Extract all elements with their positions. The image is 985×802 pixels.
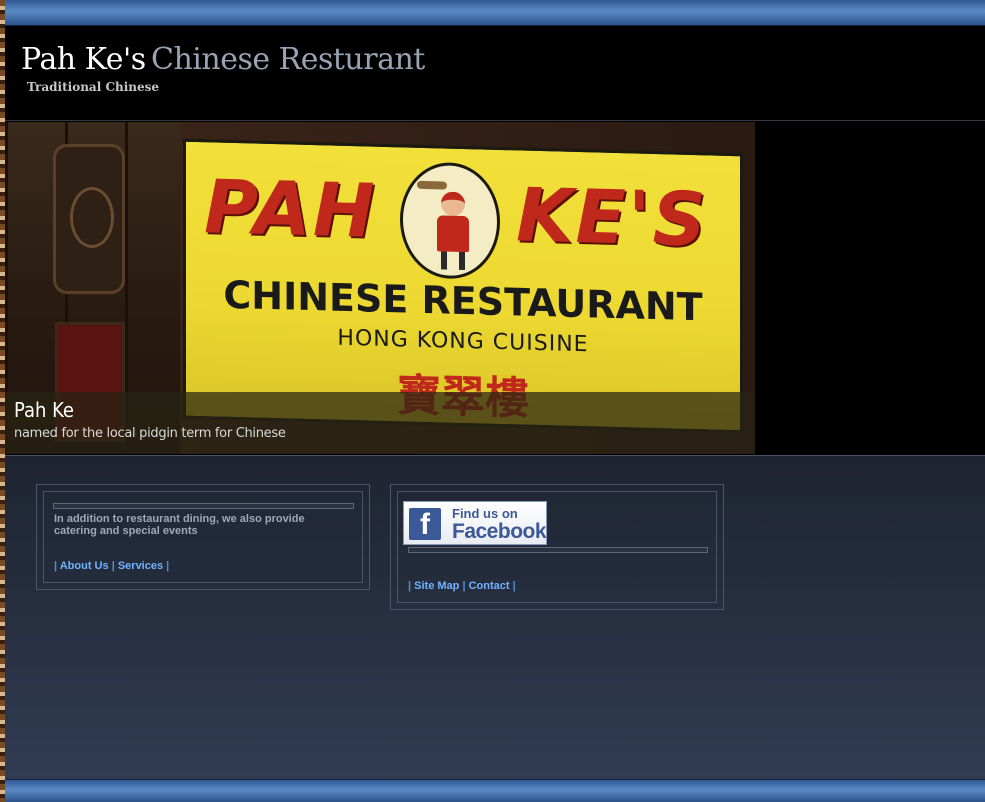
brand-subtitle: Traditional Chinese <box>27 80 160 94</box>
bottom-bar <box>5 779 985 802</box>
carved-panel <box>53 144 125 294</box>
services-link[interactable]: Services <box>118 560 163 572</box>
contact-link[interactable]: Contact <box>469 580 510 592</box>
link-separator: | <box>408 580 412 592</box>
link-separator: | <box>111 560 115 572</box>
facebook-button[interactable]: f Find us on Facebook <box>403 501 547 545</box>
link-separator: | <box>54 560 58 572</box>
tray-icon <box>417 180 447 190</box>
facebook-label: Facebook <box>452 520 547 543</box>
site-map-link[interactable]: Site Map <box>414 580 459 592</box>
chef-logo-icon <box>400 161 500 280</box>
site-header: Pah Ke's Chinese Resturant Traditional C… <box>5 26 985 121</box>
link-separator: | <box>166 560 170 572</box>
footer-links: | Site Map | Contact | <box>408 580 516 592</box>
banner-black-fill <box>755 122 985 454</box>
brand-name: Pah Ke's <box>21 42 146 77</box>
top-bar <box>5 0 985 26</box>
services-links: | About Us | Services | <box>54 560 169 572</box>
restaurant-sign-image: PAH KE'S CHINESE RESTAURANT HONG KONG CU… <box>183 138 743 434</box>
services-text: In addition to restaurant dining, we als… <box>54 513 305 537</box>
sign-line-restaurant: CHINESE RESTAURANT <box>223 272 703 330</box>
brand-tagline: Chinese Resturant <box>151 42 425 77</box>
sign-word-right: KE'S <box>516 172 708 264</box>
banner-caption-title: Pah Ke <box>14 398 74 422</box>
link-separator: | <box>512 580 516 592</box>
chef-head <box>441 191 465 217</box>
about-us-link[interactable]: About Us <box>60 560 109 572</box>
chef-body <box>437 215 469 253</box>
facebook-find-label: Find us on <box>452 506 518 521</box>
chef-legs <box>441 251 465 271</box>
facebook-icon: f <box>409 508 441 541</box>
sign-word-left: PAH <box>204 164 377 255</box>
link-separator: | <box>462 580 466 592</box>
hero-banner: PAH KE'S CHINESE RESTAURANT HONG KONG CU… <box>5 122 755 454</box>
services-divider <box>53 503 354 509</box>
caption-strip <box>5 392 755 454</box>
social-divider <box>408 547 708 553</box>
banner-caption-subtitle: named for the local pidgin term for Chin… <box>14 426 286 441</box>
